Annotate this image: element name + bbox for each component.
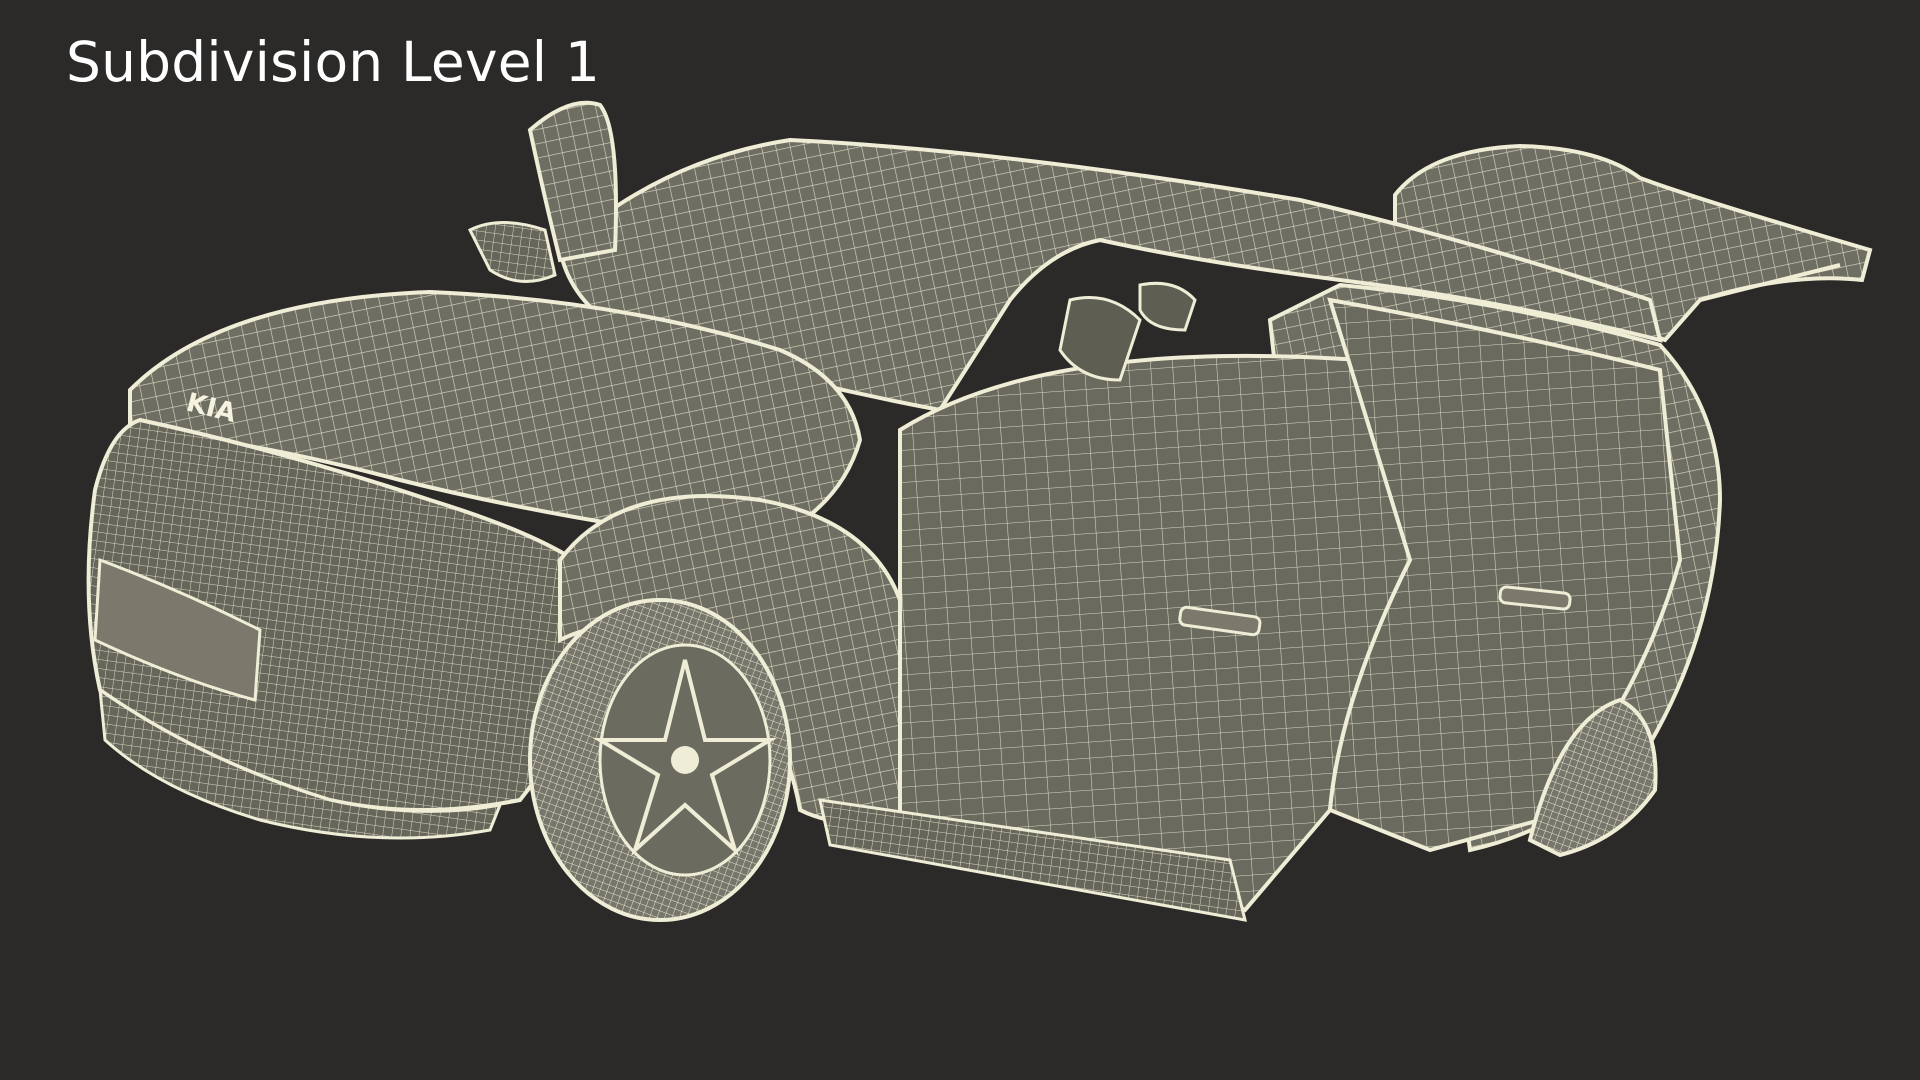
car-wireframe-render: KIA: [86, 100, 1873, 922]
viewport: Subdivision Level 1 KIA: [0, 0, 1920, 1080]
interior-headrest: [1138, 281, 1197, 332]
front-wheel: [528, 598, 792, 922]
side-mirror: [467, 221, 557, 283]
